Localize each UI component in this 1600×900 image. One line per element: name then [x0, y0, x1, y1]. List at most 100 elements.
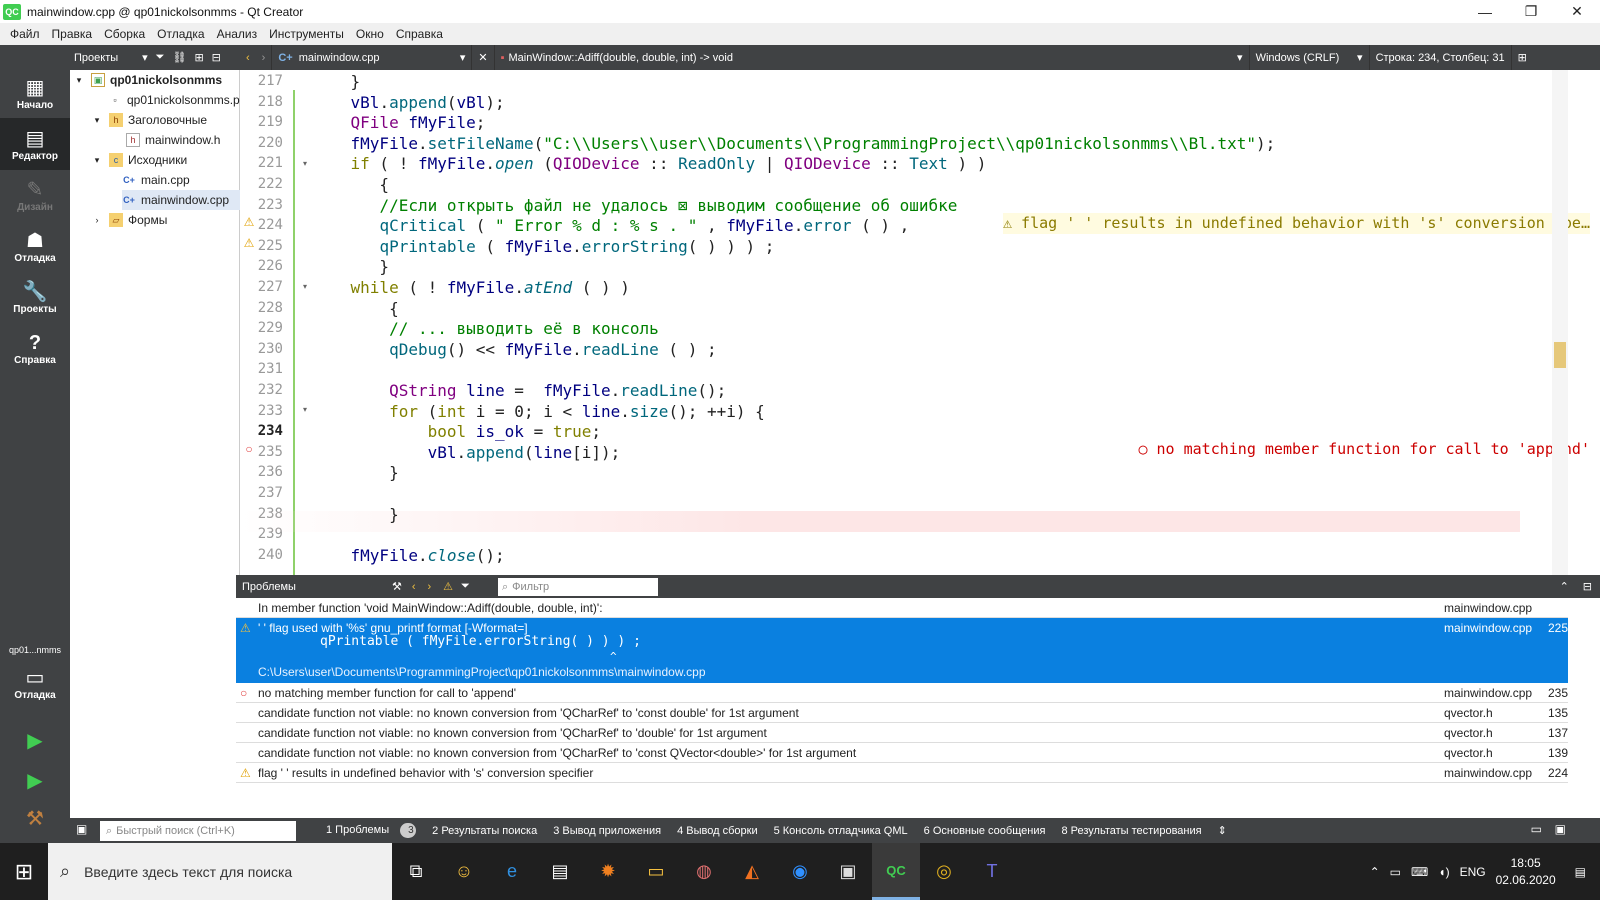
- language-indicator[interactable]: ENG: [1455, 865, 1491, 879]
- fold-marker-icon[interactable]: ▾: [298, 279, 312, 293]
- windows-start-button[interactable]: ⊞: [0, 843, 48, 900]
- close-document-button[interactable]: ✕: [472, 45, 495, 70]
- code-line[interactable]: qPrintable ( fMyFile.errorString( ) ) ) …: [312, 236, 774, 257]
- projects-dropdown[interactable]: Проекты: [74, 52, 118, 64]
- menu-help[interactable]: Справка: [390, 27, 449, 41]
- code-line[interactable]: //Если открыть файл не удалось ⊠ выводим…: [312, 195, 957, 216]
- back-arrow-icon[interactable]: ‹: [246, 52, 250, 64]
- prev-arrow-icon[interactable]: ‹: [412, 581, 416, 593]
- open-documents-dropdown[interactable]: C+ mainwindow.cpp ▾: [272, 45, 473, 70]
- notification-icon[interactable]: ▤: [1561, 865, 1600, 879]
- code-line[interactable]: QString line = fMyFile.readLine();: [312, 380, 726, 401]
- problem-row[interactable]: In member function 'void MainWindow::Adi…: [236, 598, 1568, 618]
- split-icon[interactable]: ⊞: [194, 51, 203, 64]
- line-number[interactable]: 237: [258, 483, 283, 504]
- store-icon[interactable]: ▤: [536, 843, 584, 900]
- tree-item-main-cpp[interactable]: C+ main.cpp: [122, 170, 190, 190]
- mode-design[interactable]: ✎ Дизайн: [0, 169, 70, 221]
- qt-creator-taskbar-icon[interactable]: QC: [872, 843, 920, 900]
- line-number[interactable]: 233: [258, 401, 283, 422]
- code-line[interactable]: for (int i = 0; i < line.size(); ++i) {: [312, 401, 765, 422]
- code-line[interactable]: qDebug() << fMyFile.readLine ( ) ;: [312, 339, 717, 360]
- symbol-dropdown[interactable]: ▪ MainWindow::Adiff(double, double, int)…: [495, 45, 1250, 70]
- up-down-arrow-icon[interactable]: ⇕: [1210, 824, 1235, 837]
- tab-problems[interactable]: 1 Проблемы 3: [310, 823, 424, 838]
- cursor-position[interactable]: Строка: 234, Столбец: 31: [1370, 45, 1512, 70]
- chrome-icon[interactable]: ◎: [920, 843, 968, 900]
- warning-icon[interactable]: ⚠: [242, 215, 256, 229]
- problem-row[interactable]: candidate function not viable: no known …: [236, 743, 1568, 763]
- ime-icon[interactable]: ⌨: [1406, 865, 1433, 879]
- tab-application-output[interactable]: 3 Вывод приложения: [545, 825, 669, 837]
- problem-row-selected[interactable]: ⚠ ' ' flag used with '%s' gnu_printf for…: [236, 618, 1568, 683]
- menu-edit[interactable]: Правка: [46, 27, 99, 41]
- code-line[interactable]: // ... выводить её в консоль: [312, 318, 659, 339]
- code-line[interactable]: while ( ! fMyFile.atEnd ( ) ): [312, 277, 630, 298]
- code-line[interactable]: fMyFile.setFileName("C:\\Users\\user\\Do…: [312, 133, 1276, 154]
- code-editor[interactable]: 217 218 219 220 221 222 223 224 225 226 227 228 229 2…: [240, 70, 1600, 585]
- menu-analyze[interactable]: Анализ: [211, 27, 264, 41]
- close-sidebar-icon[interactable]: ⊟: [212, 51, 221, 64]
- code-line[interactable]: fMyFile.close();: [312, 545, 505, 566]
- tree-item-headers[interactable]: ▾ h Заголовочные: [90, 110, 207, 130]
- tree-item-mainwindow-h[interactable]: h mainwindow.h: [126, 130, 220, 150]
- code-text[interactable]: } vBl.append(vBl); QFile fMyFile; fMyFil…: [312, 70, 1592, 585]
- forward-arrow-icon[interactable]: ›: [262, 52, 266, 64]
- volume-icon[interactable]: ◖): [1433, 865, 1454, 879]
- code-line[interactable]: }: [312, 71, 361, 92]
- problems-filter-input[interactable]: ⌕ Фильтр: [498, 578, 658, 596]
- tree-item-project[interactable]: ▾ ▣ qp01nickolsonmms: [72, 70, 222, 90]
- problem-row[interactable]: candidate function not viable: no known …: [236, 703, 1568, 723]
- editor-scrollbar[interactable]: [1552, 70, 1568, 585]
- matlab-icon[interactable]: ◭: [728, 843, 776, 900]
- fold-marker-icon[interactable]: ▾: [298, 402, 312, 416]
- line-number[interactable]: 222: [258, 174, 283, 195]
- network-icon[interactable]: ▭: [1385, 865, 1406, 879]
- line-number[interactable]: 230: [258, 339, 283, 360]
- line-number[interactable]: 226: [258, 256, 283, 277]
- clean-icon[interactable]: ⚒: [392, 580, 402, 593]
- line-number[interactable]: 218: [258, 92, 283, 113]
- mode-projects[interactable]: 🔧 Проекты: [0, 271, 70, 323]
- error-icon[interactable]: ○: [242, 442, 256, 456]
- menu-window[interactable]: Окно: [350, 27, 390, 41]
- code-line[interactable]: {: [312, 174, 389, 195]
- app-icon[interactable]: ✹: [584, 843, 632, 900]
- code-line[interactable]: vBl.append(line[i]);: [312, 442, 621, 463]
- file-explorer-icon[interactable]: ▭: [632, 843, 680, 900]
- mode-welcome[interactable]: ▦ Начало: [0, 67, 70, 119]
- taskbar-search[interactable]: ⌕ Введите здесь текст для поиска: [48, 843, 392, 900]
- tree-item-sources[interactable]: ▾ c Исходники: [90, 150, 187, 170]
- mode-editor[interactable]: ▤ Редактор: [0, 118, 70, 170]
- chevron-down-icon[interactable]: ▾: [90, 113, 104, 127]
- kit-selector[interactable]: ▭ Отладка: [0, 657, 70, 709]
- tab-compile-output[interactable]: 4 Вывод сборки: [669, 825, 765, 837]
- line-number[interactable]: 240: [258, 545, 283, 566]
- chevron-down-icon[interactable]: ▾: [90, 153, 104, 167]
- problem-row[interactable]: ⚠ flag ' ' results in undefined behavior…: [236, 763, 1568, 783]
- code-line[interactable]: }: [312, 462, 399, 483]
- code-line[interactable]: qCritical ( " Error % d : % s . " , fMyF…: [312, 215, 909, 236]
- toggle-sidebar-icon[interactable]: ▣: [76, 822, 87, 836]
- problem-row[interactable]: ○ no matching member function for call t…: [236, 683, 1568, 703]
- mode-debug[interactable]: ☗ Отладка: [0, 220, 70, 272]
- edge-icon[interactable]: e: [488, 843, 536, 900]
- maximize-button[interactable]: ❐: [1508, 0, 1554, 23]
- menu-file[interactable]: Файл: [4, 27, 46, 41]
- problem-path-link[interactable]: C:\Users\user\Documents\ProgrammingProje…: [258, 665, 706, 679]
- progress-icon[interactable]: ▭: [1531, 822, 1542, 836]
- filter-icon[interactable]: ⏷: [156, 51, 165, 64]
- menu-tools[interactable]: Инструменты: [263, 27, 350, 41]
- line-number[interactable]: 217: [258, 71, 283, 92]
- line-number[interactable]: 219: [258, 112, 283, 133]
- teams-icon[interactable]: T: [968, 843, 1016, 900]
- warning-filter-icon[interactable]: ⚠: [443, 580, 453, 593]
- split-editor-button[interactable]: ⊞: [1512, 45, 1533, 70]
- line-number[interactable]: 224: [258, 215, 283, 236]
- tab-general-messages[interactable]: 6 Основные сообщения: [916, 825, 1054, 837]
- tab-test-results[interactable]: 8 Результаты тестирования: [1053, 825, 1209, 837]
- line-number[interactable]: 223: [258, 195, 283, 216]
- line-number[interactable]: 220: [258, 133, 283, 154]
- tab-search-results[interactable]: 2 Результаты поиска: [424, 825, 545, 837]
- line-number[interactable]: 234: [258, 421, 283, 442]
